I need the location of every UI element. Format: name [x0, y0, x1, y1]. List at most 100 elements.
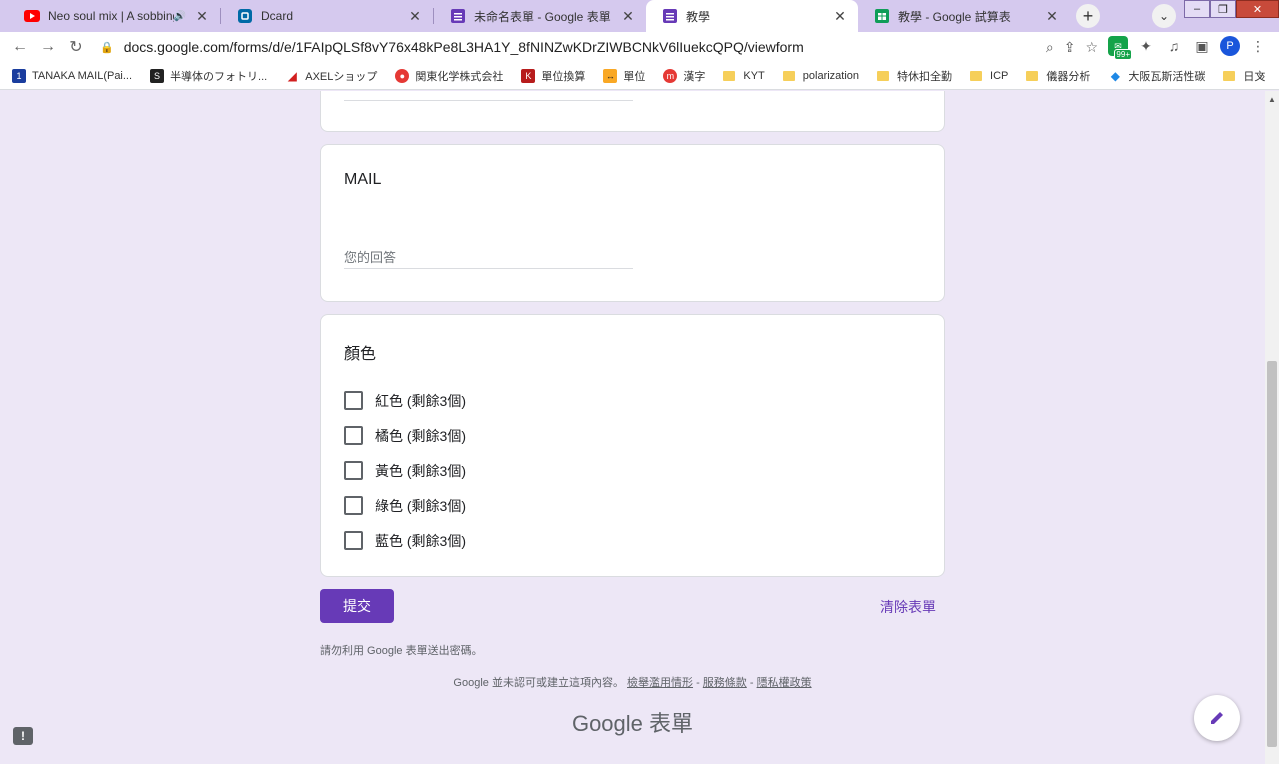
chevron-right-icon[interactable]: »	[1258, 69, 1265, 83]
clear-form-button[interactable]: 清除表單	[880, 597, 936, 617]
back-arrow-icon[interactable]: ←	[6, 33, 34, 61]
bookmark-folder-kyt[interactable]: KYT	[723, 69, 765, 82]
mail-question-card: MAIL 您的回答	[320, 144, 945, 302]
folder-icon	[1026, 70, 1039, 81]
bookmark-label: ICP	[990, 69, 1009, 82]
color-question-card: 顏色 紅色 (剩餘3個) 橘色 (剩餘3個) 黃色 (剩餘3個) 綠色 (剩餘3…	[320, 314, 945, 577]
media-control-icon[interactable]: ♫	[1164, 36, 1184, 56]
close-icon[interactable]: ✕	[832, 8, 848, 24]
m-icon: m	[663, 68, 678, 83]
extension-badge: 99+	[1114, 49, 1132, 60]
window-controls: – ❐ ✕	[1184, 0, 1279, 18]
axel-icon: ◢	[285, 68, 300, 83]
close-window-button[interactable]: ✕	[1236, 0, 1279, 18]
bookmark-photolitho[interactable]: S 半導体のフォトリ...	[150, 68, 267, 84]
checkbox[interactable]	[344, 496, 363, 515]
option-label: 綠色 (剩餘3個)	[375, 497, 466, 514]
form-page: MAIL 您的回答 顏色 紅色 (剩餘3個) 橘色 (剩餘3個) 黃色 (剩餘3…	[0, 91, 1265, 764]
profile-avatar[interactable]: P	[1220, 36, 1240, 56]
bookmark-label: polarization	[802, 69, 860, 82]
close-icon[interactable]: ✕	[1044, 8, 1060, 24]
report-feedback-icon[interactable]: !	[13, 727, 33, 745]
page-scrollbar[interactable]: ▲	[1265, 91, 1279, 764]
bookmark-axel[interactable]: ◢ AXELショップ	[285, 68, 377, 84]
speaker-icon[interactable]: 🔊	[174, 11, 186, 22]
close-icon[interactable]: ✕	[194, 8, 210, 24]
new-tab-button[interactable]: +	[1076, 4, 1100, 28]
reload-icon[interactable]: ↻	[62, 33, 90, 61]
bookmark-label: 單位換算	[541, 70, 586, 83]
tab-strip: Neo soul mix | A sobbing h 🔊 ✕ Dcard ✕ 未…	[0, 0, 1279, 32]
mail-answer-input[interactable]: 您的回答	[344, 247, 633, 269]
maximize-button[interactable]: ❐	[1210, 0, 1236, 18]
url-text: docs.google.com/forms/d/e/1FAIpQLSf8vY76…	[123, 39, 804, 55]
tab-title: Dcard	[261, 9, 294, 23]
checkbox[interactable]	[344, 531, 363, 550]
edit-pencil-icon[interactable]	[1194, 695, 1240, 741]
unit-icon: ↔	[603, 68, 618, 83]
tab-sheets[interactable]: 教學 - Google 試算表 ✕	[858, 0, 1070, 32]
checkbox[interactable]	[344, 391, 363, 410]
privacy-link[interactable]: 隱私權政策	[757, 677, 812, 689]
bookmark-label: 半導体のフォトリ...	[170, 70, 268, 83]
folder-icon	[723, 70, 736, 81]
option-blue[interactable]: 藍色 (剩餘3個)	[344, 523, 466, 558]
submit-button[interactable]: 提交	[320, 589, 394, 623]
option-green[interactable]: 綠色 (剩餘3個)	[344, 488, 466, 523]
bookmark-label: 大阪瓦斯活性碳	[1128, 70, 1206, 83]
terms-link[interactable]: 服務條款	[703, 677, 747, 689]
option-red[interactable]: 紅色 (剩餘3個)	[344, 383, 466, 418]
folder-icon	[970, 70, 983, 81]
logo-product: 表單	[649, 711, 694, 736]
youtube-icon	[24, 8, 40, 24]
tab-dcard[interactable]: Dcard ✕	[221, 0, 433, 32]
bookmark-folder-leave[interactable]: 特休扣全勤	[877, 68, 952, 84]
side-panel-icon[interactable]: ▣	[1192, 36, 1212, 56]
share-icon[interactable]: ⇪	[1064, 39, 1076, 56]
address-bar[interactable]: 🔒 docs.google.com/forms/d/e/1FAIpQLSf8vY…	[100, 34, 1098, 60]
s-icon: S	[150, 68, 165, 83]
bookmark-kanto[interactable]: ● 関東化学株式会社	[395, 68, 503, 84]
tab-search-button[interactable]: ⌄	[1152, 4, 1176, 28]
bookmark-tanaka[interactable]: 1 TANAKA MAIL(Pai...	[12, 68, 132, 83]
bookmark-osaka-gas[interactable]: ◆ 大阪瓦斯活性碳	[1108, 68, 1205, 84]
bookmark-label: KYT	[743, 69, 765, 82]
extension-icon[interactable]: ✉ 99+	[1108, 36, 1132, 60]
bookmark-folder-instrument[interactable]: 儀器分析	[1026, 68, 1090, 84]
checkbox[interactable]	[344, 426, 363, 445]
option-label: 黃色 (剩餘3個)	[375, 462, 466, 479]
report-abuse-link[interactable]: 檢舉濫用情形	[627, 677, 693, 689]
menu-kebab-icon[interactable]: ⋮	[1248, 36, 1268, 56]
option-yellow[interactable]: 黃色 (剩餘3個)	[344, 453, 466, 488]
k-icon: K	[521, 68, 536, 83]
osaka-gas-icon: ◆	[1108, 68, 1123, 83]
bookmark-folder-polarization[interactable]: polarization	[782, 69, 860, 82]
puzzle-icon[interactable]: ✦	[1136, 36, 1156, 56]
tab-untitled-form[interactable]: 未命名表單 - Google 表單 ✕	[434, 0, 646, 32]
scroll-up-arrow-icon[interactable]: ▲	[1268, 95, 1276, 104]
bookmark-unit-convert[interactable]: K 單位換算	[521, 68, 585, 84]
tab-title: 教學	[686, 9, 711, 24]
bookmark-folder-icp[interactable]: ICP	[970, 70, 1008, 82]
tab-youtube[interactable]: Neo soul mix | A sobbing h 🔊 ✕	[8, 0, 220, 32]
google-forms-icon	[662, 8, 678, 24]
minimize-button[interactable]: –	[1184, 0, 1210, 18]
tab-active-form[interactable]: 教學 ✕	[646, 0, 858, 32]
checkbox[interactable]	[344, 461, 363, 480]
bookmark-kanji[interactable]: m 漢字	[663, 68, 705, 84]
option-label: 藍色 (剩餘3個)	[375, 532, 466, 549]
close-icon[interactable]: ✕	[620, 8, 636, 24]
close-icon[interactable]: ✕	[407, 8, 423, 24]
google-forms-logo[interactable]: Google 表單	[0, 706, 1265, 738]
logo-google: Google	[571, 711, 643, 736]
tab-title: 教學 - Google 試算表	[898, 9, 1011, 24]
folder-icon	[782, 70, 795, 81]
option-orange[interactable]: 橘色 (剩餘3個)	[344, 418, 466, 453]
folder-icon	[1223, 70, 1236, 81]
scrollbar-thumb[interactable]	[1267, 361, 1277, 747]
bookmark-star-icon[interactable]: ☆	[1085, 39, 1098, 56]
forward-arrow-icon[interactable]: →	[34, 33, 62, 61]
lock-icon[interactable]: 🔒	[100, 41, 114, 54]
zoom-icon[interactable]: ⌕	[1046, 39, 1054, 56]
bookmark-unit[interactable]: ↔ 單位	[603, 68, 645, 84]
